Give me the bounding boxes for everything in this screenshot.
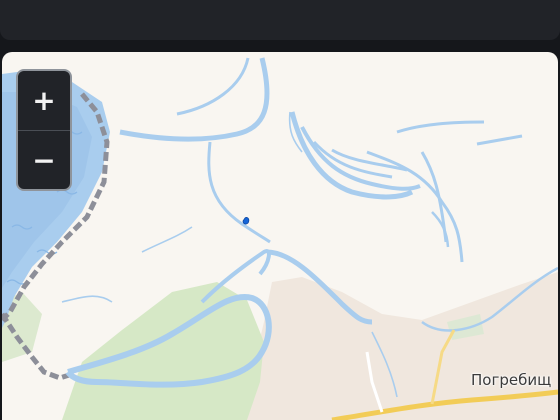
stream-left-branch xyxy=(176,57,250,116)
forest-area xyxy=(62,282,264,420)
app-top-bar xyxy=(0,0,560,40)
stream-upper-2 xyxy=(207,141,271,244)
zoom-in-button[interactable]: + xyxy=(18,71,70,130)
place-label-pogrebishche: Погребищ xyxy=(471,371,552,389)
zoom-control: + − xyxy=(16,69,72,191)
zoom-in-icon: + xyxy=(32,84,56,117)
zoom-out-icon: − xyxy=(32,144,56,177)
location-marker-icon[interactable] xyxy=(242,217,250,225)
zoom-out-button[interactable]: − xyxy=(18,131,70,189)
map-canvas[interactable] xyxy=(2,52,558,420)
stream-fan xyxy=(289,111,523,263)
map-view[interactable] xyxy=(2,52,558,420)
